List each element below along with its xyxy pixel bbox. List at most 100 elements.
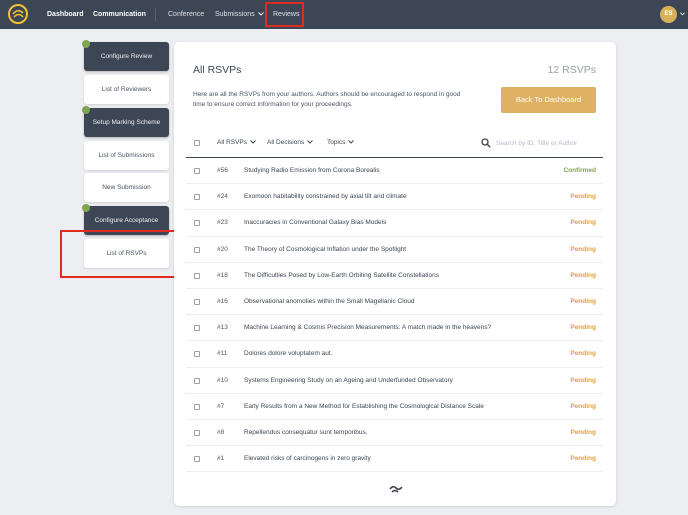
row-checkbox[interactable] [194, 168, 200, 174]
rsvp-count: 12 RSVPs [547, 64, 596, 76]
rsvps-highlight-box [60, 230, 184, 278]
sidebar-item-list-of-submissions[interactable]: List of Submissions [84, 141, 169, 170]
row-checkbox[interactable] [194, 298, 200, 305]
sidebar-item-list-of-reviewers[interactable]: List of Reviewers [84, 75, 169, 104]
app-logo-icon[interactable] [8, 4, 28, 24]
step-complete-indicator [82, 40, 90, 48]
status-badge: Pending [570, 193, 596, 201]
submission-id: #16 [217, 297, 228, 305]
status-badge: Pending [570, 402, 596, 410]
table-row[interactable]: #23 Inaccuracies in Conventional Galaxy B… [186, 210, 603, 237]
table-row[interactable]: #1 Elevated risks of carcinogens in zero … [186, 446, 603, 473]
submission-title[interactable]: Systems Engineering Study on an Ageing a… [244, 368, 453, 394]
sidebar-item-configure-review[interactable]: Configure Review [84, 42, 169, 71]
submission-id: #13 [217, 324, 228, 332]
search-input[interactable] [496, 137, 606, 149]
row-checkbox[interactable] [194, 246, 200, 253]
submission-title[interactable]: Repellendus consequatur sunt temporibus. [244, 420, 368, 446]
nav-dashboard[interactable]: Dashboard [47, 0, 84, 29]
submission-title[interactable]: Machine Learning & Cosmis Precision Meas… [244, 315, 491, 341]
status-badge: Pending [570, 271, 596, 279]
submission-id: #7 [217, 402, 225, 410]
table-row[interactable]: #7 Early Results from a New Method for Es… [186, 394, 603, 420]
table-row[interactable]: #56 Studying Radio Emission from Corona B… [186, 158, 603, 185]
rsvp-filter-label: All RSVPs [217, 139, 247, 146]
status-badge: Pending [570, 245, 596, 253]
status-badge: Pending [570, 324, 596, 332]
topics-filter-label: Topics [327, 139, 346, 146]
filter-bar: All RSVPs All Decisions Topics [174, 129, 616, 157]
row-checkbox[interactable] [194, 429, 200, 436]
row-checkbox[interactable] [194, 194, 200, 201]
chevron-down-icon [257, 12, 264, 16]
submission-title[interactable]: Inaccuracies in Conventional Galaxy Bias… [244, 210, 386, 236]
table-row[interactable]: #11 Dolores dolore voluptatem aut. Pending [186, 341, 603, 368]
submission-id: #23 [217, 219, 228, 227]
back-to-dashboard-button[interactable]: Back To Dashboard [501, 87, 596, 113]
step-complete-indicator [82, 106, 90, 114]
row-checkbox[interactable] [194, 403, 200, 410]
topics-filter-dropdown[interactable]: Topics [327, 129, 355, 157]
row-checkbox[interactable] [194, 377, 200, 384]
status-badge: Pending [570, 376, 596, 384]
submission-title[interactable]: The Theory of Cosmological Inflation und… [244, 237, 406, 263]
status-badge: Pending [570, 219, 596, 227]
submission-id: #18 [217, 271, 228, 279]
nav-communication[interactable]: Communication [93, 0, 146, 29]
status-badge: Pending [570, 428, 596, 436]
decision-filter-dropdown[interactable]: All Decisions [267, 129, 314, 157]
table-row[interactable]: #18 The Difficulties Posed by Low-Earth O… [186, 263, 603, 289]
submission-title[interactable]: The Difficulties Posed by Low-Earth Orbi… [244, 263, 439, 289]
submission-title[interactable]: Exomoon habitability constrained by axia… [244, 184, 407, 210]
chevron-down-icon [250, 140, 256, 144]
submission-id: #11 [217, 350, 228, 358]
select-all-checkbox[interactable] [194, 140, 200, 146]
submission-id: #56 [217, 167, 228, 174]
submission-title[interactable]: Dolores dolore voluptatem aut. [244, 341, 333, 367]
nav-conference[interactable]: Conference [168, 0, 204, 29]
decision-filter-label: All Decisions [267, 139, 305, 146]
table-row[interactable]: #16 Observational anomolies within the Sm… [186, 289, 603, 316]
table-row[interactable]: #8 Repellendus consequatur sunt temporibu… [186, 420, 603, 447]
rsvp-list: #56 Studying Radio Emission from Corona B… [186, 158, 603, 473]
rsvp-filter-dropdown[interactable]: All RSVPs [217, 129, 256, 157]
rsvp-panel: All RSVPs 12 RSVPs Here are all the RSVP… [174, 42, 616, 506]
chevron-down-icon[interactable] [680, 12, 685, 16]
row-checkbox[interactable] [194, 351, 200, 358]
sidebar-item-setup-marking-scheme[interactable]: Setup Marking Scheme [84, 108, 169, 137]
chevron-down-icon [307, 140, 314, 144]
row-checkbox[interactable] [194, 272, 200, 279]
row-checkbox[interactable] [194, 325, 200, 332]
submission-id: #24 [217, 193, 228, 201]
top-navigation-bar: Dashboard Communication Conference Submi… [0, 0, 688, 29]
sidebar-item-new-submission[interactable]: New Submission [84, 173, 169, 202]
submission-id: #8 [217, 428, 225, 436]
search-icon[interactable] [481, 138, 491, 148]
nav-submissions-label: Submissions [215, 11, 255, 18]
status-badge: Confirmed [563, 167, 597, 174]
reviews-highlight-box [265, 2, 304, 27]
loading-spinner-icon [389, 485, 403, 493]
status-badge: Pending [570, 455, 596, 463]
table-row[interactable]: #13 Machine Learning & Cosmis Precision M… [186, 315, 603, 342]
table-row[interactable]: #24 Exomoon habitability constrained by a… [186, 184, 603, 211]
page-title: All RSVPs [193, 64, 242, 76]
step-complete-indicator [82, 204, 90, 212]
submission-title[interactable]: Studying Radio Emission from Corona Bore… [244, 158, 379, 184]
row-checkbox[interactable] [194, 220, 200, 227]
submission-title[interactable]: Early Results from a New Method for Esta… [244, 394, 484, 420]
nav-divider [155, 8, 156, 21]
submission-id: #20 [217, 245, 228, 253]
submission-id: #1 [217, 455, 225, 463]
user-avatar[interactable]: ES [660, 6, 677, 23]
chevron-down-icon [348, 140, 355, 144]
table-row[interactable]: #20 The Theory of Cosmological Inflation … [186, 237, 603, 263]
submission-title[interactable]: Elevated risks of carcinogens in zero gr… [244, 446, 371, 472]
nav-submissions[interactable]: Submissions [215, 0, 264, 29]
submission-title[interactable]: Observational anomolies within the Small… [244, 289, 415, 315]
table-row[interactable]: #10 Systems Engineering Study on an Agein… [186, 368, 603, 394]
submission-id: #10 [217, 376, 228, 384]
row-checkbox[interactable] [194, 456, 200, 463]
status-badge: Pending [570, 297, 596, 305]
page-description: Here are all the RSVPs from your authors… [193, 91, 461, 108]
